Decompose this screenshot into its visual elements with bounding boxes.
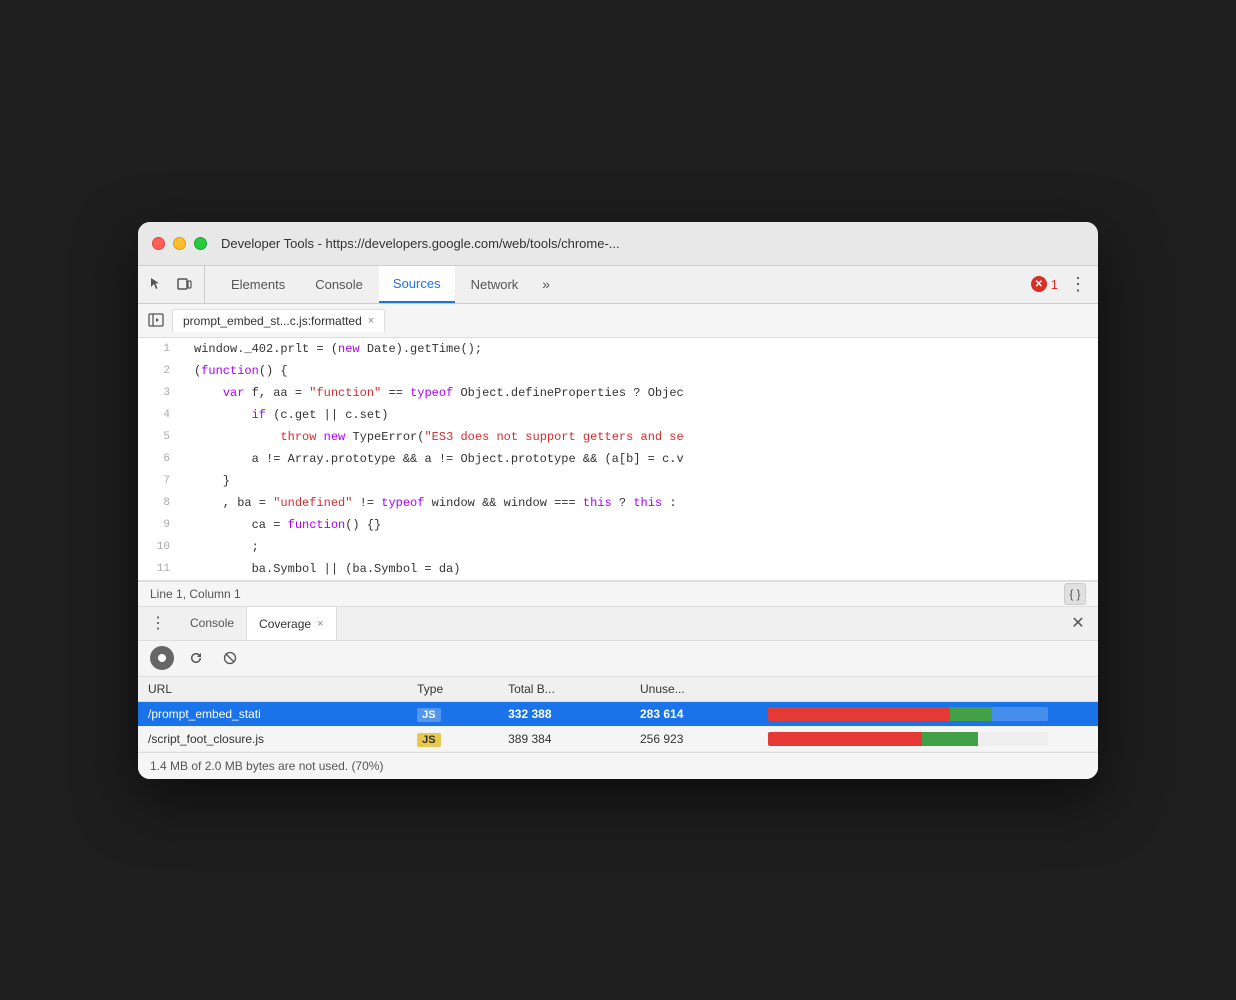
toggle-sidebar-icon[interactable] (146, 310, 166, 330)
col-unused: Unuse... (630, 677, 758, 702)
more-options-button[interactable]: ⋮ (1066, 272, 1090, 296)
row2-url: /script_foot_closure.js (138, 726, 407, 751)
window-title: Developer Tools - https://developers.goo… (221, 236, 620, 251)
coverage-table: URL Type Total B... Unuse... /prompt_emb… (138, 677, 1098, 752)
tab-console[interactable]: Console (301, 266, 377, 303)
code-line-10: 10 ; (138, 536, 1098, 558)
tab-sources[interactable]: Sources (379, 266, 455, 303)
row1-bar (758, 701, 1098, 726)
row2-total: 389 384 (498, 726, 630, 751)
coverage-footer: 1.4 MB of 2.0 MB bytes are not used. (70… (138, 752, 1098, 779)
row2-bar (758, 726, 1098, 751)
code-line-8: 8 , ba = "undefined" != typeof window &&… (138, 492, 1098, 514)
file-tab-close[interactable]: × (368, 315, 374, 327)
device-toolbar-icon[interactable] (174, 274, 194, 294)
code-editor[interactable]: 1 window._402.prlt = (new Date).getTime(… (138, 338, 1098, 581)
bottom-menu-button[interactable]: ⋮ (146, 611, 170, 635)
minimize-button[interactable] (173, 237, 186, 250)
traffic-lights (152, 237, 207, 250)
sources-toolbar: prompt_embed_st...c.js:formatted × (138, 304, 1098, 338)
code-line-7: 7 } (138, 470, 1098, 492)
sources-panel: prompt_embed_st...c.js:formatted × 1 win… (138, 304, 1098, 607)
maximize-button[interactable] (194, 237, 207, 250)
code-line-3: 3 var f, aa = "function" == typeof Objec… (138, 382, 1098, 404)
code-line-4: 4 if (c.get || c.set) (138, 404, 1098, 426)
code-line-11: 11 ba.Symbol || (ba.Symbol = da) (138, 558, 1098, 580)
reload-button[interactable] (184, 646, 208, 670)
coverage-tab-close[interactable]: × (317, 618, 323, 630)
tab-bar-right: ✕ 1 ⋮ (1031, 266, 1090, 303)
tab-network[interactable]: Network (457, 266, 533, 303)
table-header-row: URL Type Total B... Unuse... (138, 677, 1098, 702)
row1-type: JS (407, 701, 498, 726)
coverage-toolbar (138, 641, 1098, 677)
col-bar (758, 677, 1098, 702)
row1-url: /prompt_embed_stati (138, 701, 407, 726)
code-line-9: 9 ca = function() {} (138, 514, 1098, 536)
tab-more[interactable]: » (534, 266, 558, 303)
code-line-5: 5 throw new TypeError("ES3 does not supp… (138, 426, 1098, 448)
tab-elements[interactable]: Elements (217, 266, 299, 303)
file-tab-name: prompt_embed_st...c.js:formatted (183, 314, 362, 328)
code-line-1: 1 window._402.prlt = (new Date).getTime(… (138, 338, 1098, 360)
row1-total: 332 388 (498, 701, 630, 726)
bottom-panel: ⋮ Console Coverage × ✕ (138, 607, 1098, 779)
inspect-icon[interactable] (146, 274, 166, 294)
row2-type: JS (407, 726, 498, 751)
title-bar: Developer Tools - https://developers.goo… (138, 222, 1098, 266)
main-tab-bar: Elements Console Sources Network » ✕ 1 ⋮ (138, 266, 1098, 304)
col-total: Total B... (498, 677, 630, 702)
toolbar-icons (146, 266, 205, 303)
status-bar: Line 1, Column 1 { } (138, 581, 1098, 607)
error-icon: ✕ (1031, 276, 1047, 292)
file-tab[interactable]: prompt_embed_st...c.js:formatted × (172, 309, 385, 332)
format-button[interactable]: { } (1064, 583, 1086, 605)
record-button[interactable] (150, 646, 174, 670)
close-panel-button[interactable]: ✕ (1066, 611, 1090, 635)
tab-coverage[interactable]: Coverage × (246, 606, 336, 640)
devtools-window: Developer Tools - https://developers.goo… (138, 222, 1098, 779)
col-url: URL (138, 677, 407, 702)
close-button[interactable] (152, 237, 165, 250)
code-line-2: 2 (function() { (138, 360, 1098, 382)
tab-console-bottom[interactable]: Console (178, 606, 246, 640)
clear-button[interactable] (218, 646, 242, 670)
close-panel-area: ✕ (1066, 611, 1090, 635)
col-type: Type (407, 677, 498, 702)
row2-unused: 256 923 (630, 726, 758, 751)
row1-unused: 283 614 (630, 701, 758, 726)
coverage-row-1[interactable]: /prompt_embed_stati JS 332 388 283 614 (138, 701, 1098, 726)
bottom-tab-bar: ⋮ Console Coverage × ✕ (138, 607, 1098, 641)
coverage-row-2[interactable]: /script_foot_closure.js JS 389 384 256 9… (138, 726, 1098, 751)
cursor-position: Line 1, Column 1 (150, 587, 241, 601)
error-badge[interactable]: ✕ 1 (1031, 276, 1058, 292)
code-line-6: 6 a != Array.prototype && a != Object.pr… (138, 448, 1098, 470)
